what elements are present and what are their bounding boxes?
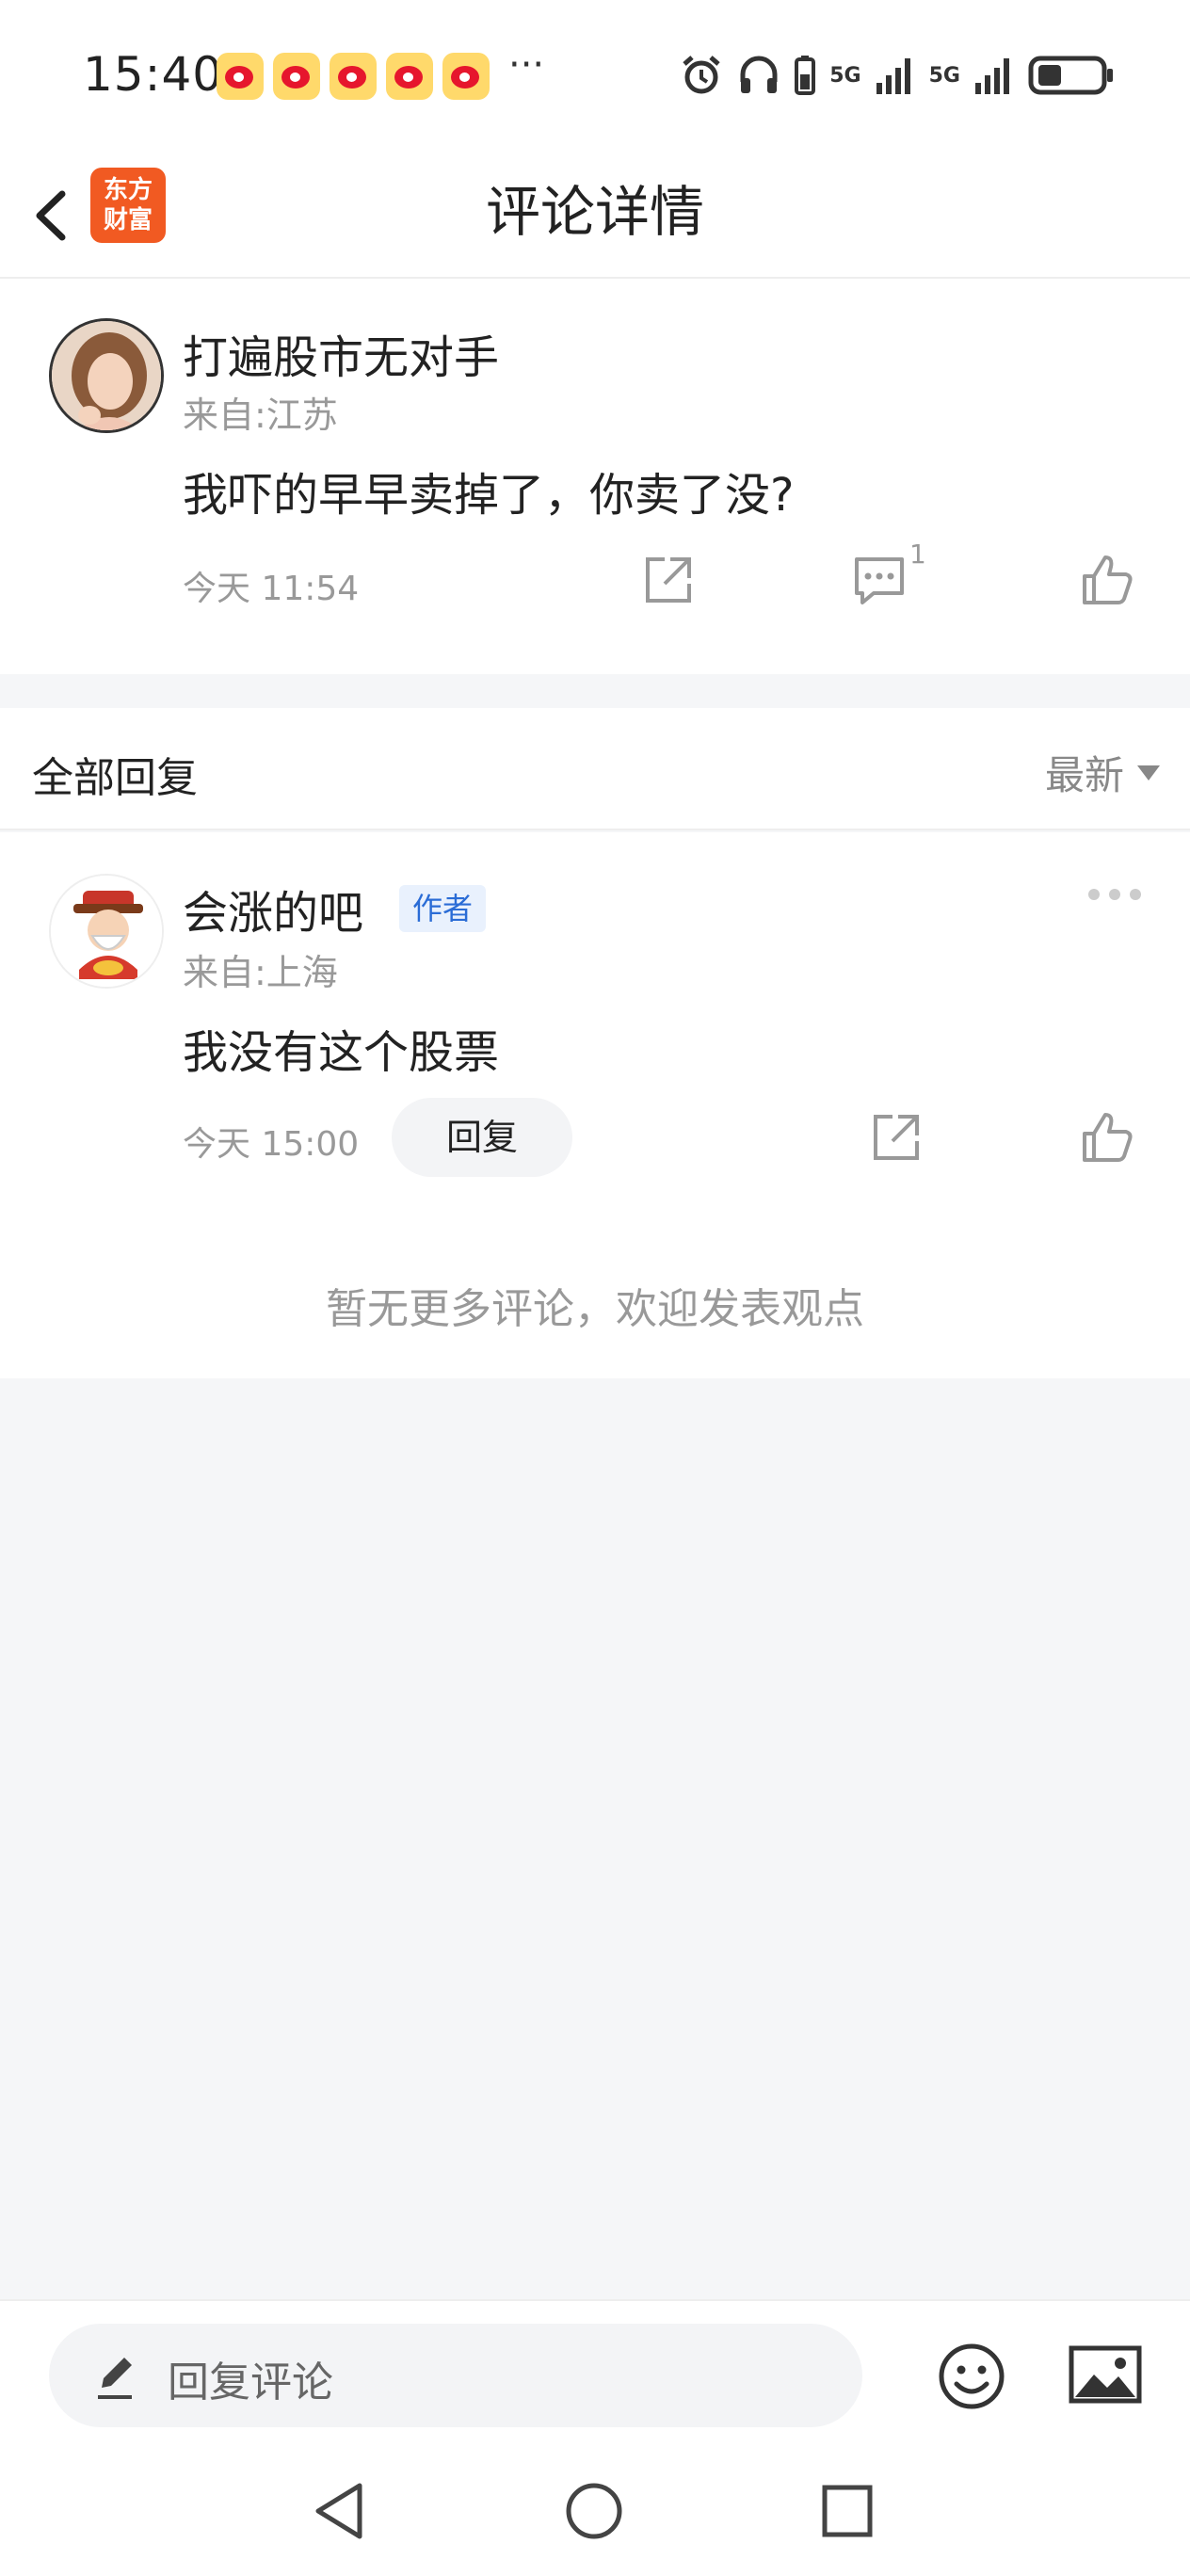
square-recents-icon <box>822 2485 873 2537</box>
more-options-button[interactable] <box>1088 889 1141 900</box>
signal-label-2: 5G <box>928 63 960 88</box>
circle-home-icon <box>566 2483 622 2539</box>
reply-content: 我没有这个股票 <box>183 1026 500 1079</box>
reply-location: 来自:上海 <box>183 952 338 993</box>
chevron-left-icon <box>36 190 66 241</box>
sort-label: 最新 <box>1044 752 1124 798</box>
alarm-icon <box>683 56 720 94</box>
reply-input[interactable]: 回复评论 <box>49 2324 862 2427</box>
signal-label-1: 5G <box>829 63 861 88</box>
share-button[interactable] <box>868 1109 925 1166</box>
like-button[interactable] <box>1079 1109 1135 1166</box>
comment-button[interactable]: 1 <box>851 539 926 608</box>
signal-icon <box>975 58 1009 94</box>
sort-dropdown[interactable]: 最新 <box>1045 744 1160 801</box>
app-logo[interactable]: 东方 财富 <box>90 168 166 243</box>
logo-line-1: 东方 <box>103 176 153 204</box>
nav-home-button[interactable] <box>563 2480 625 2546</box>
status-bar: 15:40 ··· 5G 5G <box>0 0 1190 151</box>
triangle-down-icon <box>1137 765 1160 781</box>
comment-content: 我吓的早早卖掉了，你卖了没? <box>183 469 795 522</box>
like-button[interactable] <box>1079 552 1135 608</box>
weibo-icon <box>386 53 433 100</box>
bottom-bar: 回复评论 <box>0 2299 1190 2450</box>
share-icon <box>646 557 691 603</box>
dot <box>1109 889 1120 900</box>
status-time: 15:40 <box>83 47 224 102</box>
user-photo-icon <box>52 321 161 430</box>
page-title: 评论详情 <box>485 180 704 244</box>
system-navigation <box>0 2450 1190 2576</box>
reply-list: 会涨的吧 作者 来自:上海 我没有这个股票 今天 15:00 回复 暂无更多评论… <box>0 832 1190 1378</box>
reply-username[interactable]: 会涨的吧 <box>183 876 363 942</box>
more-notifications-icon: ··· <box>508 43 545 87</box>
reply-input-placeholder: 回复评论 <box>168 2359 333 2407</box>
reply-button[interactable]: 回复 <box>392 1098 572 1177</box>
thumbs-up-icon <box>1083 555 1133 604</box>
weibo-icon <box>442 53 490 100</box>
emoji-button[interactable] <box>934 2339 1009 2418</box>
thumbs-up-icon <box>1083 1113 1133 1162</box>
battery-icon <box>1028 56 1113 95</box>
system-icons: 5G 5G <box>679 53 1115 98</box>
signal-icon <box>876 58 910 94</box>
share-icon <box>874 1115 919 1160</box>
logo-line-2: 财富 <box>103 206 153 234</box>
author-badge: 作者 <box>399 885 487 932</box>
nav-back-button[interactable] <box>311 2480 369 2546</box>
avatar[interactable] <box>49 874 164 989</box>
image-button[interactable] <box>1068 2343 1143 2412</box>
pencil-icon <box>98 2358 132 2399</box>
notification-icons <box>217 53 490 100</box>
avatar[interactable] <box>49 318 164 433</box>
no-more-comments: 暂无更多评论，欢迎发表观点 <box>326 1285 864 1333</box>
dot <box>1088 889 1100 900</box>
weibo-icon <box>273 53 320 100</box>
replies-title: 全部回复 <box>32 754 198 802</box>
image-icon <box>1069 2345 1142 2404</box>
comment-icon <box>855 557 904 604</box>
triangle-left-icon <box>315 2483 362 2539</box>
weibo-icon <box>330 53 377 100</box>
comment-location: 来自:江苏 <box>183 394 338 436</box>
main-comment: 打遍股市无对手 来自:江苏 我吓的早早卖掉了，你卖了没? 今天 11:54 1 <box>0 279 1190 674</box>
battery-small-icon <box>795 56 816 95</box>
back-button[interactable] <box>19 173 85 258</box>
share-button[interactable] <box>640 552 697 608</box>
comment-count: 1 <box>909 539 926 570</box>
replies-header: 全部回复 最新 <box>0 708 1190 830</box>
nav-bar: 东方 财富 评论详情 <box>0 151 1190 279</box>
comment-time: 今天 11:54 <box>183 570 360 608</box>
headphones-icon <box>740 56 778 93</box>
comment-username[interactable]: 打遍股市无对手 <box>183 320 499 386</box>
dot <box>1130 889 1141 900</box>
fortune-god-avatar-icon <box>51 876 162 987</box>
reply-time: 今天 15:00 <box>183 1125 360 1164</box>
nav-recents-button[interactable] <box>819 2480 876 2546</box>
weibo-icon <box>217 53 264 100</box>
emoji-icon <box>939 2343 1005 2409</box>
